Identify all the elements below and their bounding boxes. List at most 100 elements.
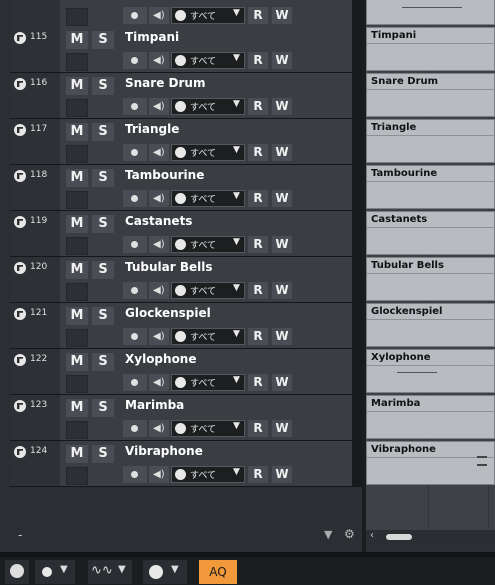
track-row[interactable]: 122 M S Xylophone ◀) すべて ▼ R W: [10, 349, 362, 395]
track-name[interactable]: Timpani: [125, 30, 179, 44]
record-enable-icon[interactable]: [14, 78, 26, 90]
record-mode-menu[interactable]: ▼: [35, 560, 75, 584]
solo-button[interactable]: S: [92, 353, 114, 371]
speaker-button[interactable]: ◀): [149, 374, 169, 391]
input-selector[interactable]: すべて ▼: [171, 98, 245, 115]
record-enable-icon[interactable]: [14, 32, 26, 44]
track-name[interactable]: Castanets: [125, 214, 192, 228]
mute-button[interactable]: M: [66, 215, 88, 233]
horizontal-scrollbar[interactable]: ‹: [366, 530, 495, 544]
read-automation-button[interactable]: R: [248, 98, 268, 115]
track-row[interactable]: 116 M S Snare Drum ◀) すべて ▼ R W: [10, 73, 362, 119]
record-enable-icon[interactable]: [14, 308, 26, 320]
input-selector[interactable]: すべて ▼: [171, 236, 245, 253]
speaker-button[interactable]: ◀): [149, 328, 169, 345]
monitor-button[interactable]: [123, 52, 147, 69]
solo-button[interactable]: S: [92, 307, 114, 325]
track-row[interactable]: 119 M S Castanets ◀) すべて ▼ R W: [10, 211, 362, 257]
speaker-button[interactable]: ◀): [149, 144, 169, 161]
midi-clip[interactable]: Triangle: [366, 119, 495, 163]
monitor-button[interactable]: [123, 144, 147, 161]
mute-button[interactable]: M: [66, 169, 88, 187]
monitor-button[interactable]: [123, 98, 147, 115]
record-enable-icon[interactable]: [14, 400, 26, 412]
mute-button[interactable]: M: [66, 353, 88, 371]
mute-button[interactable]: M: [66, 261, 88, 279]
track-name[interactable]: Tambourine: [125, 168, 204, 182]
read-automation-button[interactable]: R: [248, 282, 268, 299]
record-enable-icon[interactable]: [14, 262, 26, 274]
track-name[interactable]: Triangle: [125, 122, 179, 136]
midi-clip[interactable]: Vibraphone: [366, 441, 495, 485]
input-selector[interactable]: すべて ▼: [171, 52, 245, 69]
power-button[interactable]: [5, 560, 29, 584]
input-selector[interactable]: すべて ▼: [171, 466, 245, 483]
write-automation-button[interactable]: W: [272, 7, 292, 24]
input-selector[interactable]: すべて ▼: [171, 420, 245, 437]
mute-button[interactable]: M: [66, 123, 88, 141]
aq-button[interactable]: AQ: [199, 560, 237, 584]
track-name[interactable]: Marimba: [125, 398, 184, 412]
midi-clip[interactable]: Glockenspiel: [366, 303, 495, 347]
write-automation-button[interactable]: W: [272, 98, 292, 115]
solo-button[interactable]: S: [92, 77, 114, 95]
solo-button[interactable]: S: [92, 399, 114, 417]
gear-icon[interactable]: ⚙: [344, 527, 355, 541]
solo-button[interactable]: S: [92, 123, 114, 141]
mute-button[interactable]: M: [66, 77, 88, 95]
midi-clip[interactable]: Marimba: [366, 395, 495, 439]
write-automation-button[interactable]: W: [272, 328, 292, 345]
read-automation-button[interactable]: R: [248, 466, 268, 483]
track-name[interactable]: Snare Drum: [125, 76, 205, 90]
read-automation-button[interactable]: R: [248, 328, 268, 345]
speaker-button[interactable]: ◀): [149, 190, 169, 207]
monitor-button[interactable]: [123, 190, 147, 207]
write-automation-button[interactable]: W: [272, 420, 292, 437]
monitor-button[interactable]: [123, 420, 147, 437]
read-automation-button[interactable]: R: [248, 52, 268, 69]
write-automation-button[interactable]: W: [272, 144, 292, 161]
write-automation-button[interactable]: W: [272, 52, 292, 69]
monitor-button[interactable]: [123, 236, 147, 253]
speaker-button[interactable]: ◀): [149, 282, 169, 299]
track-row[interactable]: 124 M S Vibraphone ◀) すべて ▼ R W: [10, 441, 362, 487]
read-automation-button[interactable]: R: [248, 236, 268, 253]
write-automation-button[interactable]: W: [272, 466, 292, 483]
solo-button[interactable]: S: [92, 261, 114, 279]
track-row[interactable]: 123 M S Marimba ◀) すべて ▼ R W: [10, 395, 362, 441]
speaker-button[interactable]: ◀): [149, 236, 169, 253]
write-automation-button[interactable]: W: [272, 282, 292, 299]
track-row[interactable]: 120 M S Tubular Bells ◀) すべて ▼ R W: [10, 257, 362, 303]
solo-button[interactable]: S: [92, 31, 114, 49]
input-selector[interactable]: すべて ▼: [171, 374, 245, 391]
write-automation-button[interactable]: W: [272, 190, 292, 207]
input-selector[interactable]: すべて ▼: [171, 190, 245, 207]
scrollbar-thumb[interactable]: [386, 534, 412, 540]
midi-clip[interactable]: Castanets: [366, 211, 495, 255]
solo-button[interactable]: S: [92, 215, 114, 233]
solo-button[interactable]: S: [92, 169, 114, 187]
speaker-button[interactable]: ◀): [149, 466, 169, 483]
track-row[interactable]: 117 M S Triangle ◀) すべて ▼ R W: [10, 119, 362, 165]
monitor-button[interactable]: [123, 282, 147, 299]
track-row[interactable]: 118 M S Tambourine ◀) すべて ▼ R W: [10, 165, 362, 211]
monitor-button[interactable]: [123, 328, 147, 345]
track-name[interactable]: Xylophone: [125, 352, 197, 366]
midi-clip[interactable]: Tambourine: [366, 165, 495, 209]
read-automation-button[interactable]: R: [248, 144, 268, 161]
midi-clip[interactable]: Xylophone: [366, 349, 495, 393]
monitor-button[interactable]: [123, 466, 147, 483]
track-list-scrollbar[interactable]: [352, 0, 362, 486]
record-enable-icon[interactable]: [14, 170, 26, 182]
midi-clip[interactable]: Tubular Bells: [366, 257, 495, 301]
waveform-menu[interactable]: ∿∿ ▼: [88, 560, 132, 584]
mute-button[interactable]: M: [66, 31, 88, 49]
track-name[interactable]: Vibraphone: [125, 444, 203, 458]
speaker-button[interactable]: ◀): [149, 52, 169, 69]
speaker-button[interactable]: ◀): [149, 420, 169, 437]
input-selector[interactable]: すべて ▼: [171, 282, 245, 299]
track-row[interactable]: 115 M S Timpani ◀) すべて ▼ R W: [10, 27, 362, 73]
record-enable-icon[interactable]: [14, 124, 26, 136]
read-automation-button[interactable]: R: [248, 7, 268, 24]
track-name[interactable]: Glockenspiel: [125, 306, 211, 320]
